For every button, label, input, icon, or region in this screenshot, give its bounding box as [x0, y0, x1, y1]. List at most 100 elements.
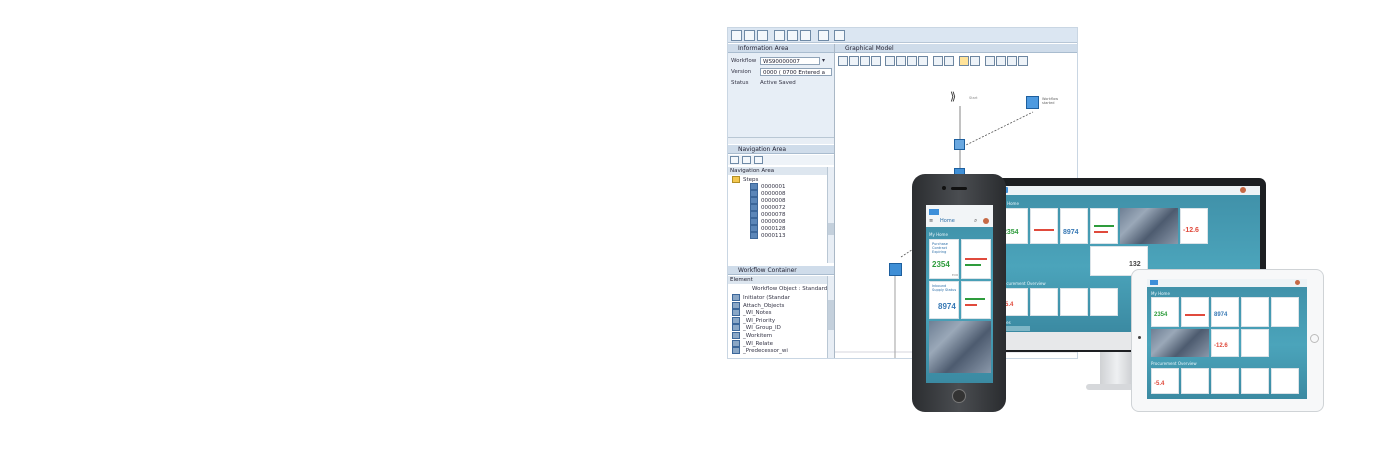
information-area-title: Information Area [728, 44, 834, 53]
chart-tile[interactable] [1241, 297, 1269, 327]
activate-icon[interactable] [787, 30, 798, 41]
container-element[interactable]: _WI_Relate [732, 339, 773, 347]
chart-tile[interactable] [961, 281, 991, 319]
collapse-icon[interactable] [742, 156, 751, 164]
container-element[interactable]: _Predecessor_wi [732, 347, 788, 355]
chart-tile[interactable] [1181, 297, 1209, 327]
avatar[interactable] [1240, 187, 1246, 193]
status-label: Status [731, 80, 749, 86]
container-element-label: _WI_Priority [743, 317, 776, 324]
open-icon[interactable] [744, 30, 755, 41]
container-element[interactable]: _WI_Group_ID [732, 324, 781, 332]
chart-tile[interactable] [961, 239, 991, 279]
save-icon[interactable] [757, 30, 768, 41]
phone-title: Home [940, 218, 955, 224]
chart-tile[interactable] [1271, 368, 1299, 394]
smartphone: ≡ Home ⌕ My Home Purchase Contract Expir… [912, 174, 1006, 412]
chart-tile[interactable] [1211, 368, 1239, 394]
expand-icon[interactable] [730, 156, 739, 164]
monitor-stand [1100, 352, 1134, 386]
kpi-value: 8974 [1063, 229, 1079, 236]
sap-logo-icon [1150, 280, 1158, 285]
workflow-field[interactable]: WS90000007 [760, 57, 820, 65]
container-element-label: _WI_Notes [743, 310, 772, 317]
information-area: Information Area Workflow WS90000007 ▾ V… [728, 44, 834, 144]
navigation-toolbar [728, 155, 834, 165]
search-icon[interactable]: ⌕ [974, 217, 977, 225]
menu-icon[interactable]: ≡ [929, 218, 933, 224]
container-element-label: _Workitem [743, 333, 773, 339]
step-icon [750, 197, 758, 204]
avatar[interactable] [983, 218, 989, 224]
chart-tile[interactable] [1060, 288, 1088, 316]
chart-tile[interactable] [1241, 368, 1269, 394]
speaker-icon [951, 187, 967, 190]
chart-tile[interactable] [1181, 368, 1209, 394]
steps-folder[interactable]: Steps [732, 176, 758, 183]
loop-step-icon[interactable] [889, 263, 902, 276]
step-item[interactable]: 0000078 [750, 211, 786, 218]
news-tile-photo[interactable] [1120, 208, 1178, 244]
vertical-scrollbar[interactable] [827, 167, 834, 263]
chart-tile[interactable] [1030, 208, 1058, 244]
version-field[interactable]: 0000 ( 0700 Entered a [760, 68, 832, 76]
test-icon[interactable] [800, 30, 811, 41]
section-title: Procurement Overview [1151, 361, 1197, 366]
horizontal-scrollbar[interactable] [728, 137, 834, 144]
news-tile-photo[interactable] [1151, 329, 1209, 357]
container-element[interactable]: _WI_Priority [732, 316, 776, 324]
container-element[interactable]: Attach_Objects [732, 301, 784, 309]
container-element[interactable]: _Workitem [732, 332, 772, 339]
kpi-value: -12.6 [1214, 343, 1228, 349]
check-icon[interactable] [774, 30, 785, 41]
chart-tile[interactable] [1090, 208, 1118, 244]
step-item[interactable]: 0000072 [750, 204, 786, 211]
avatar[interactable] [1295, 280, 1300, 285]
chart-tile[interactable] [1030, 288, 1058, 316]
home-button[interactable] [1310, 334, 1319, 343]
scroll-thumb[interactable] [828, 300, 834, 330]
kpi-tile[interactable]: 2354 [1151, 297, 1179, 327]
version-label: Version [731, 69, 752, 75]
layout-icon[interactable] [834, 30, 845, 41]
kpi-tile[interactable]: -5.4 [1151, 368, 1179, 394]
chart-tile[interactable] [1090, 288, 1118, 316]
step-item[interactable]: 0000008 [750, 218, 786, 225]
container-element[interactable]: _WI_Notes [732, 309, 772, 317]
home-button[interactable] [952, 389, 966, 403]
chart-tile[interactable] [1241, 329, 1269, 357]
scroll-thumb[interactable] [828, 223, 834, 235]
chevron-down-icon[interactable]: ▾ [822, 57, 825, 64]
news-tile-photo[interactable] [929, 321, 991, 373]
kpi-tile[interactable]: Purchase Contract Expiring 2354 EUR [929, 239, 959, 279]
kpi-value: -5.4 [1154, 381, 1165, 387]
step-item[interactable]: 0000001 [750, 183, 786, 190]
step-item[interactable]: 0000113 [750, 232, 786, 239]
kpi-tile[interactable]: -12.6 [1180, 208, 1208, 244]
step-icon[interactable] [954, 139, 965, 150]
container-element[interactable]: Initiator (Standar [732, 294, 790, 301]
tile-title: Purchase Contract Expiring [932, 242, 948, 254]
kpi-tile[interactable]: 8974 [1060, 208, 1088, 244]
kpi-tile[interactable]: Inbound Supply Status 8974 [929, 281, 959, 319]
section-title: Procurement Overview [1000, 281, 1046, 286]
vertical-scrollbar[interactable] [827, 276, 834, 358]
filter-icon[interactable] [754, 156, 763, 164]
application-toolbar [728, 28, 1077, 43]
container-icon [732, 294, 740, 301]
print-icon[interactable] [818, 30, 829, 41]
shell-bar [994, 186, 1260, 195]
create-icon[interactable] [731, 30, 742, 41]
step-item[interactable]: 0000008 [750, 190, 786, 197]
event-icon[interactable]: ⟫ [950, 90, 956, 103]
workflow-container: Workflow Container Element Workflow Obje… [728, 266, 834, 358]
camera-icon [1138, 336, 1141, 339]
step-item[interactable]: 0000008 [750, 197, 786, 204]
workflow-start-icon[interactable] [1026, 96, 1039, 109]
chart-tile[interactable] [1271, 297, 1299, 327]
kpi-tile[interactable]: -12.6 [1211, 329, 1239, 357]
navigation-area: Navigation Area Navigation Area Steps 00… [728, 145, 834, 265]
kpi-tile[interactable]: 8974 [1211, 297, 1239, 327]
step-item[interactable]: 0000128 [750, 225, 786, 232]
sap-logo-icon [929, 209, 939, 215]
